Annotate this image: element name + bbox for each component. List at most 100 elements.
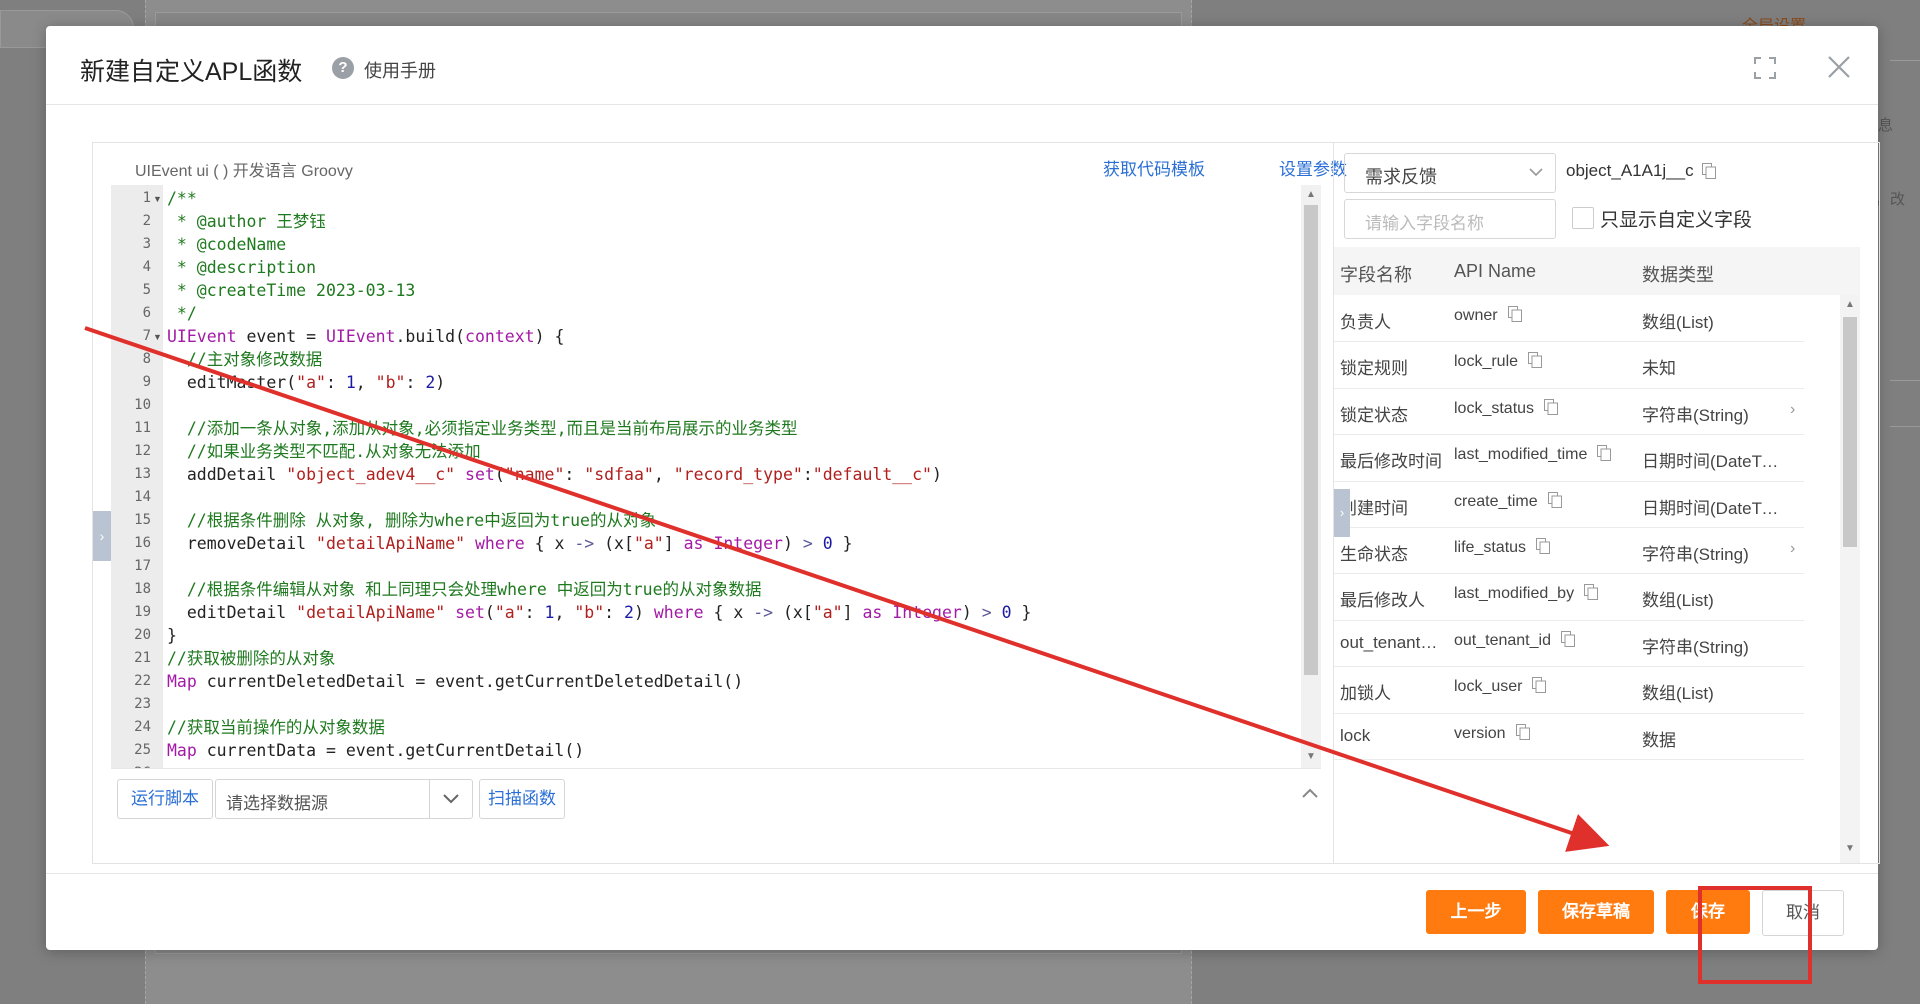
- fields-scroll-thumb[interactable]: [1843, 317, 1857, 547]
- code-line[interactable]: /**: [167, 187, 197, 210]
- field-row[interactable]: 最后修改人 last_modified_by 数组(List): [1334, 573, 1804, 621]
- field-api-name-text: lock_user: [1454, 678, 1523, 696]
- save-draft-button[interactable]: 保存草稿: [1538, 890, 1654, 934]
- only-custom-fields-checkbox[interactable]: [1572, 207, 1594, 229]
- copy-icon[interactable]: [1584, 584, 1599, 601]
- code-line[interactable]: //获取当前操作的从对象数据: [167, 716, 385, 739]
- copy-icon[interactable]: [1544, 398, 1559, 415]
- previous-step-button[interactable]: 上一步: [1426, 890, 1526, 934]
- field-row[interactable]: 最后修改时间 last_modified_time 日期时间(DateTime): [1334, 434, 1804, 482]
- chevron-right-icon[interactable]: ›: [1790, 540, 1795, 558]
- only-custom-fields-label[interactable]: 只显示自定义字段: [1600, 205, 1752, 232]
- line-number: 17: [134, 558, 151, 574]
- fields-scrollbar[interactable]: ▲ ▼: [1840, 295, 1860, 863]
- close-icon[interactable]: [1826, 54, 1852, 80]
- code-line[interactable]: UIEvent event = UIEvent.build(context) {: [167, 325, 564, 348]
- user-manual-link[interactable]: 使用手册: [364, 57, 436, 83]
- field-api-name-text: create_time: [1454, 492, 1538, 510]
- code-editor[interactable]: 1 ▼ 2 3 4 5 6 7 ▼ 8 9 10 11 12 13 14 15 16 17 18 19 20 21 22 23 2…: [111, 185, 1321, 768]
- code-area[interactable]: /** * @author 王梦钰 * @codeName * @descrip…: [167, 185, 1312, 768]
- fullscreen-icon[interactable]: [1754, 57, 1776, 79]
- scroll-up-icon[interactable]: ▲: [1306, 189, 1316, 200]
- copy-icon[interactable]: [1547, 491, 1562, 508]
- editor-scroll-thumb[interactable]: [1304, 205, 1318, 675]
- code-line[interactable]: */: [167, 302, 197, 325]
- field-row[interactable]: out_tenant_id out_tenant_id 字符串(String): [1334, 620, 1804, 668]
- line-number: 3: [142, 236, 151, 252]
- field-row[interactable]: 生命状态 life_status 字符串(String) ›: [1334, 527, 1804, 575]
- line-number: 10: [134, 397, 151, 413]
- field-row[interactable]: 负责人 owner 数组(List): [1334, 295, 1804, 343]
- copy-icon[interactable]: [1507, 306, 1522, 322]
- background-divider: [1890, 60, 1920, 61]
- background-text: 息: [1878, 117, 1894, 134]
- copy-icon[interactable]: [1515, 723, 1530, 740]
- field-name: 负责人: [1340, 313, 1391, 332]
- chevron-down-icon[interactable]: [1529, 167, 1543, 177]
- line-number: 13: [134, 466, 151, 482]
- scroll-down-icon[interactable]: ▼: [1845, 843, 1855, 854]
- field-api-name-text: last_modified_time: [1454, 446, 1588, 464]
- copy-icon[interactable]: [1702, 163, 1716, 179]
- field-data-type: 数组(List): [1642, 591, 1714, 611]
- code-line[interactable]: //如果业务类型不匹配.从对象无法添加: [167, 440, 481, 463]
- collapse-left-handle[interactable]: ›: [93, 511, 111, 561]
- field-api-name-text: version: [1454, 724, 1506, 742]
- datasource-select[interactable]: 请选择数据源: [215, 779, 473, 819]
- field-name: 锁定状态: [1340, 405, 1408, 425]
- object-select[interactable]: 需求反馈: [1344, 153, 1556, 193]
- field-data-type: 字符串(String): [1642, 545, 1749, 564]
- background-divider: [1890, 380, 1920, 381]
- expand-fields-handle[interactable]: ›: [1334, 489, 1350, 537]
- code-line[interactable]: editMaster("a": 1, "b": 2): [167, 371, 445, 394]
- code-line[interactable]: * @createTime 2023-03-13: [167, 279, 415, 302]
- background-divider: [1890, 426, 1920, 427]
- field-data-type: 数组(List): [1642, 684, 1714, 704]
- editor-scrollbar[interactable]: ▲ ▼: [1301, 185, 1321, 768]
- chevron-down-icon[interactable]: [429, 780, 472, 818]
- fields-table-body: 负责人 owner 数组(List) 锁定规则 lock_rule 未知 锁定状态 lock_…: [1334, 295, 1804, 853]
- code-line[interactable]: //添加一条从对象,添加从对象,必须指定业务类型,而且是当前布局展示的业务类型: [167, 417, 798, 440]
- field-row[interactable]: 创建时间 create_time 日期时间(DateTime): [1334, 481, 1804, 528]
- annotation-highlight-box: [1698, 886, 1812, 984]
- get-code-template-link[interactable]: 获取代码模板: [1103, 155, 1205, 180]
- code-line[interactable]: * @codeName: [167, 233, 286, 256]
- copy-icon[interactable]: [1560, 630, 1575, 647]
- copy-icon[interactable]: [1528, 352, 1543, 369]
- field-row[interactable]: 加锁人 lock_user 数组(List): [1334, 666, 1804, 714]
- code-line[interactable]: Map currentDeletedDetail = event.getCurr…: [167, 670, 743, 693]
- code-line[interactable]: //根据条件删除 从对象, 删除为where中返回为true的从对象: [167, 509, 656, 532]
- object-api-name: object_A1A1j__c: [1566, 161, 1694, 180]
- code-line[interactable]: * @author 王梦钰: [167, 210, 326, 233]
- code-line[interactable]: Map currentData = event.getCurrentDetail…: [167, 739, 584, 762]
- line-number: 8: [142, 351, 151, 367]
- code-line[interactable]: //根据条件编辑从对象 和上同理只会处理where 中返回为true的从对象数据: [167, 578, 762, 601]
- fields-table-header: 字段名称 API Name 数据类型: [1334, 247, 1860, 295]
- field-row[interactable]: lock version 数据: [1334, 713, 1804, 760]
- line-number: 23: [134, 696, 151, 712]
- chevron-right-icon[interactable]: ›: [1790, 401, 1795, 419]
- code-line[interactable]: * @description: [167, 256, 316, 279]
- copy-icon[interactable]: [1532, 677, 1547, 694]
- help-icon[interactable]: ?: [332, 57, 354, 79]
- code-line[interactable]: //获取被删除的从对象: [167, 647, 335, 670]
- code-line[interactable]: //主对象修改数据: [167, 348, 322, 371]
- fold-toggle-icon[interactable]: ▼: [153, 194, 162, 204]
- fold-toggle-icon[interactable]: ▼: [153, 332, 162, 342]
- run-script-button[interactable]: 运行脚本: [117, 779, 213, 819]
- code-line[interactable]: removeDetail "detailApiName" where { x -…: [167, 532, 853, 555]
- field-search-input[interactable]: 请输入字段名称: [1344, 199, 1556, 239]
- chevron-up-icon[interactable]: [1301, 785, 1319, 803]
- datasource-placeholder: 请选择数据源: [226, 794, 328, 813]
- code-line[interactable]: editDetail "detailApiName" set("a": 1, "…: [167, 601, 1032, 624]
- field-row[interactable]: 锁定规则 lock_rule 未知: [1334, 341, 1804, 389]
- field-data-type: 日期时间(DateTime): [1642, 498, 1782, 518]
- scan-function-button[interactable]: 扫描函数: [479, 779, 565, 819]
- code-line[interactable]: addDetail "object_adev4__c" set("name": …: [167, 463, 942, 486]
- code-line[interactable]: }: [167, 624, 177, 647]
- field-row[interactable]: 锁定状态 lock_status 字符串(String) ›: [1334, 388, 1804, 436]
- scroll-down-icon[interactable]: ▼: [1306, 751, 1316, 762]
- copy-icon[interactable]: [1597, 445, 1612, 462]
- copy-icon[interactable]: [1536, 538, 1551, 554]
- scroll-up-icon[interactable]: ▲: [1845, 299, 1855, 310]
